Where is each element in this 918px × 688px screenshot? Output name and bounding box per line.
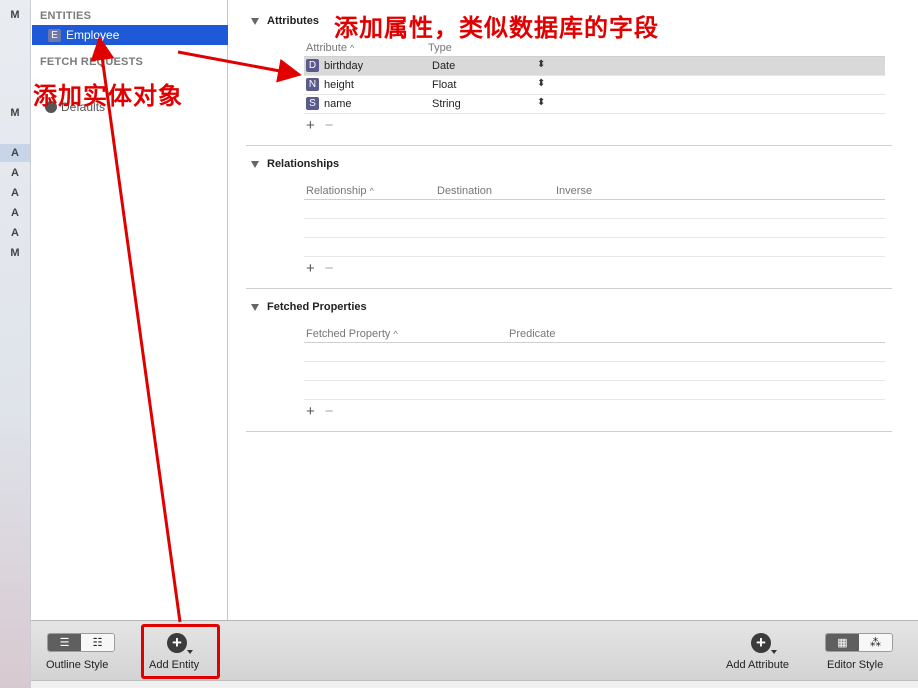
strip-item[interactable]: A [0, 164, 30, 182]
attributes-title: Attributes [267, 15, 319, 27]
strip-item[interactable]: M [0, 6, 30, 24]
core-data-model-editor: M M A A A A A M ENTITIES E Employee FETC… [0, 0, 918, 688]
relationships-table: Relationship ^ Destination Inverse [304, 183, 885, 257]
section-divider [246, 431, 892, 432]
table-header: Fetched Property ^ Predicate [304, 326, 885, 343]
outline-style-icon[interactable]: ☷ [81, 634, 114, 651]
table-header: Relationship ^ Destination Inverse [304, 183, 885, 200]
table-row[interactable]: Nheight Float ⬍ [304, 76, 885, 95]
column-header-type[interactable]: Type [428, 42, 452, 54]
fetched-properties-add-remove: + − [306, 403, 344, 420]
outline-style-segmented-control[interactable]: ☰ ☷ [47, 633, 115, 652]
table-row[interactable]: Sname String ⬍ [304, 95, 885, 114]
annotation-highlight-box [141, 624, 220, 679]
type-popup-icon[interactable]: ⬍ [537, 78, 545, 89]
empty-row [304, 362, 885, 381]
fetched-properties-table: Fetched Property ^ Predicate [304, 326, 885, 400]
relationships-disclosure[interactable]: Relationships [246, 158, 339, 170]
outline-style-label: Outline Style [46, 659, 109, 671]
section-divider [246, 145, 892, 146]
column-header-attribute[interactable]: Attribute ^ [306, 42, 354, 54]
empty-row [304, 381, 885, 400]
strip-item[interactable]: M [0, 104, 30, 122]
entity-editor: Attributes Attribute ^ Type Dbirthday Da… [229, 0, 918, 620]
add-fetched-property-button[interactable]: + [306, 403, 315, 420]
disclosure-triangle-icon[interactable] [251, 17, 259, 25]
column-header-relationship[interactable]: Relationship ^ [306, 185, 374, 197]
table-editor-icon[interactable]: ▦ [826, 634, 859, 651]
section-divider [246, 288, 892, 289]
fetched-properties-title: Fetched Properties [267, 301, 367, 313]
entities-header: ENTITIES [40, 10, 92, 22]
attribute-type-value[interactable]: Float [432, 79, 456, 91]
sort-ascending-icon: ^ [393, 329, 398, 339]
empty-row [304, 343, 885, 362]
table-style-icon[interactable]: ☰ [48, 634, 81, 651]
strip-item[interactable]: A [0, 224, 30, 242]
disclosure-triangle-icon[interactable] [251, 303, 259, 311]
relationships-add-remove: + − [306, 260, 344, 277]
strip-item[interactable]: M [0, 244, 30, 262]
remove-relationship-button[interactable]: − [325, 260, 334, 277]
sort-ascending-icon: ^ [350, 43, 355, 53]
empty-row [304, 238, 885, 257]
strip-item[interactable]: A [0, 204, 30, 222]
graph-editor-icon[interactable]: ⁂ [859, 634, 892, 651]
entity-icon: E [48, 28, 61, 42]
attribute-name[interactable]: name [324, 98, 352, 110]
column-header-predicate[interactable]: Predicate [509, 328, 555, 340]
add-relationship-button[interactable]: + [306, 260, 315, 277]
attributes-table: Attribute ^ Type Dbirthday Date ⬍ Nheigh… [304, 40, 885, 114]
attributes-add-remove: + − [306, 117, 344, 134]
fetched-properties-disclosure[interactable]: Fetched Properties [246, 301, 367, 313]
type-popup-icon[interactable]: ⬍ [537, 59, 545, 70]
annotation-attributes-note: 添加属性，类似数据库的字段 [334, 14, 659, 42]
fetch-requests-header: FETCH REQUESTS [40, 56, 144, 68]
add-attribute-button[interactable]: + [751, 633, 777, 654]
attribute-type-value[interactable]: String [432, 98, 461, 110]
add-attribute-label[interactable]: Add Attribute [726, 659, 789, 671]
attribute-type-icon: S [306, 97, 319, 110]
attribute-type-icon: N [306, 78, 319, 91]
strip-item-selected[interactable]: A [0, 144, 30, 162]
column-header-inverse[interactable]: Inverse [556, 185, 592, 197]
remove-attribute-button[interactable]: − [325, 117, 334, 134]
attributes-disclosure[interactable]: Attributes [246, 15, 319, 27]
entity-name: Employee [66, 28, 120, 42]
empty-row [304, 200, 885, 219]
attribute-type-icon: D [306, 59, 319, 72]
attribute-name[interactable]: birthday [324, 60, 363, 72]
column-header-fetched-property[interactable]: Fetched Property ^ [306, 328, 398, 340]
add-attribute-plus-button[interactable]: + [306, 117, 315, 134]
entity-row-employee[interactable]: E Employee [32, 25, 228, 45]
strip-item[interactable]: A [0, 184, 30, 202]
editor-style-label: Editor Style [827, 659, 884, 671]
navigator-strip: M M A A A A A M [0, 0, 31, 688]
disclosure-triangle-icon[interactable] [251, 160, 259, 168]
attribute-name[interactable]: height [324, 79, 354, 91]
table-row[interactable]: Dbirthday Date ⬍ [304, 57, 885, 76]
empty-row [304, 219, 885, 238]
attribute-type-value[interactable]: Date [432, 60, 455, 72]
annotation-entity-note: 添加实体对象 [33, 82, 183, 110]
editor-style-segmented-control[interactable]: ▦ ⁂ [825, 633, 893, 652]
sort-ascending-icon: ^ [369, 186, 374, 196]
type-popup-icon[interactable]: ⬍ [537, 97, 545, 108]
relationships-title: Relationships [267, 158, 340, 170]
toolbar-bottom-edge [31, 680, 918, 688]
column-header-destination[interactable]: Destination [437, 185, 492, 197]
remove-fetched-property-button[interactable]: − [325, 403, 334, 420]
